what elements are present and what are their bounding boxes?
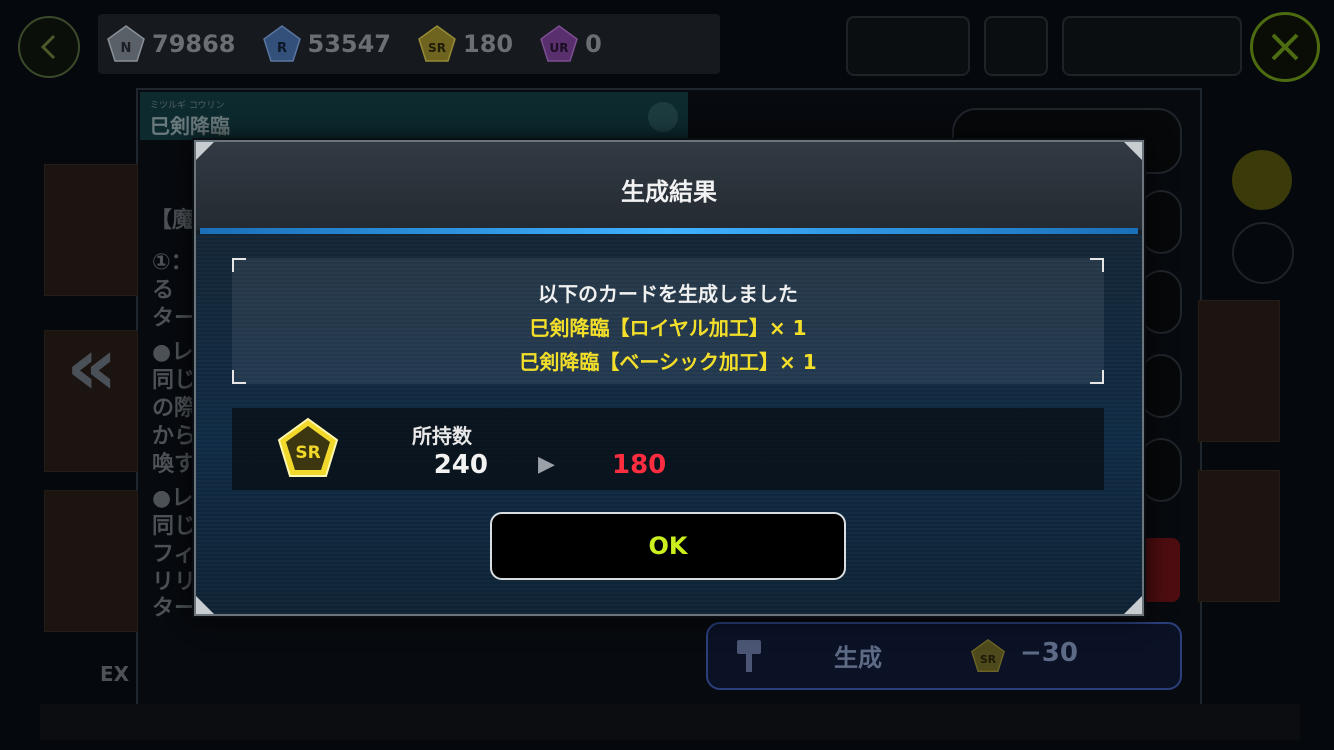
top-button-3[interactable]	[1062, 16, 1242, 76]
owned-count-after: 180	[612, 450, 667, 480]
owned-count-before: 240	[433, 450, 488, 480]
right-option-button-3[interactable]	[1140, 270, 1182, 334]
card-text-fragment: 【魔	[150, 208, 195, 233]
card-text-fragment: ター	[152, 306, 197, 331]
svg-text:SR: SR	[980, 653, 997, 666]
top-button-2[interactable]	[984, 16, 1048, 76]
play-arrow-icon: ▶	[538, 452, 555, 477]
next-card-thumb[interactable]	[1198, 300, 1280, 442]
prev-card-arrow-icon[interactable]: «	[66, 320, 118, 413]
svg-text:SR: SR	[428, 41, 446, 55]
top-button-1[interactable]	[846, 16, 970, 76]
generate-cost: −30	[1020, 638, 1078, 668]
dialog-body: 以下のカードを生成しました 巳剣降臨【ロイヤル加工】× 1 巳剣降臨【ベーシック…	[196, 234, 1142, 614]
generated-item: 巳剣降臨【ロイヤル加工】× 1	[529, 316, 807, 340]
generate-label: 生成	[834, 644, 882, 672]
bracket-corner	[1090, 258, 1104, 272]
cp-counter-sr: SR 180	[417, 24, 513, 64]
cp-n-value: 79868	[152, 30, 236, 58]
owned-count-row: SR 所持数 240 ▶ 180	[232, 408, 1104, 490]
generation-result-dialog: 生成結果 以下のカードを生成しました 巳剣降臨【ロイヤル加工】× 1 巳剣降臨【…	[194, 140, 1144, 616]
card-text-fragment: 喚す	[152, 452, 197, 477]
cp-n-icon: N	[107, 25, 145, 62]
cp-counter-r: R 53547	[262, 24, 392, 64]
hammer-icon	[737, 640, 761, 672]
trash-icon[interactable]	[1232, 222, 1294, 284]
svg-text:UR: UR	[550, 41, 569, 55]
generate-button[interactable]: 生成 SR −30	[706, 622, 1182, 690]
ok-label: OK	[648, 532, 688, 560]
svg-text:SR: SR	[295, 443, 320, 463]
corner-decoration	[1124, 142, 1142, 160]
prev-card-thumb-3[interactable]	[44, 490, 138, 632]
result-message-box: 以下のカードを生成しました 巳剣降臨【ロイヤル加工】× 1 巳剣降臨【ベーシック…	[232, 258, 1104, 384]
close-button[interactable]	[1250, 12, 1320, 82]
svg-text:R: R	[276, 41, 286, 56]
cp-sr-icon: SR	[418, 25, 456, 62]
cp-ur-value: 0	[585, 30, 602, 58]
card-name: 巳剣降臨	[150, 114, 230, 138]
right-option-button-2[interactable]	[1140, 190, 1182, 254]
cp-sr-icon: SR	[971, 638, 1005, 672]
cp-counter-n: N 79868	[106, 24, 236, 64]
next-card-thumb-2[interactable]	[1198, 470, 1280, 602]
cp-r-value: 53547	[307, 30, 392, 58]
cp-r-icon: R	[262, 25, 301, 62]
card-name-header: ミツルギ コウリン 巳剣降臨	[140, 92, 688, 140]
accent-stripe	[492, 514, 518, 522]
cp-counter-bar: N 79868 R 53547 SR 180 UR 0	[98, 14, 720, 74]
card-text-fragment: ター	[152, 596, 197, 621]
bracket-corner	[232, 258, 246, 272]
cp-sr-badge-icon: SR	[277, 417, 339, 477]
corner-decoration	[1124, 596, 1142, 614]
back-arrow-icon	[40, 34, 56, 60]
corner-decoration	[196, 596, 214, 614]
ok-button[interactable]: OK	[490, 512, 846, 580]
cp-sr-value: 180	[463, 30, 514, 58]
corner-decoration	[196, 142, 214, 160]
generated-item: 巳剣降臨【ベーシック加工】× 1	[519, 350, 817, 374]
dismantle-button[interactable]	[1140, 538, 1180, 602]
bottom-strip	[40, 704, 1300, 740]
owned-count-label: 所持数	[412, 424, 472, 448]
dialog-title: 生成結果	[621, 178, 717, 206]
cp-counter-ur: UR 0	[539, 24, 602, 64]
dialog-header: 生成結果	[196, 142, 1142, 230]
result-message: 以下のカードを生成しました	[538, 282, 798, 306]
right-option-button-5[interactable]	[1140, 438, 1182, 502]
cp-ur-icon: UR	[540, 25, 578, 62]
deck-icon[interactable]	[1232, 150, 1292, 210]
attribute-icon	[648, 102, 678, 132]
back-button[interactable]	[18, 16, 80, 78]
prev-card-thumb[interactable]	[44, 164, 138, 296]
right-option-button-4[interactable]	[1140, 354, 1182, 418]
ex-tag: EX	[100, 662, 130, 686]
svg-text:N: N	[121, 41, 132, 56]
close-x-icon	[1271, 33, 1299, 61]
